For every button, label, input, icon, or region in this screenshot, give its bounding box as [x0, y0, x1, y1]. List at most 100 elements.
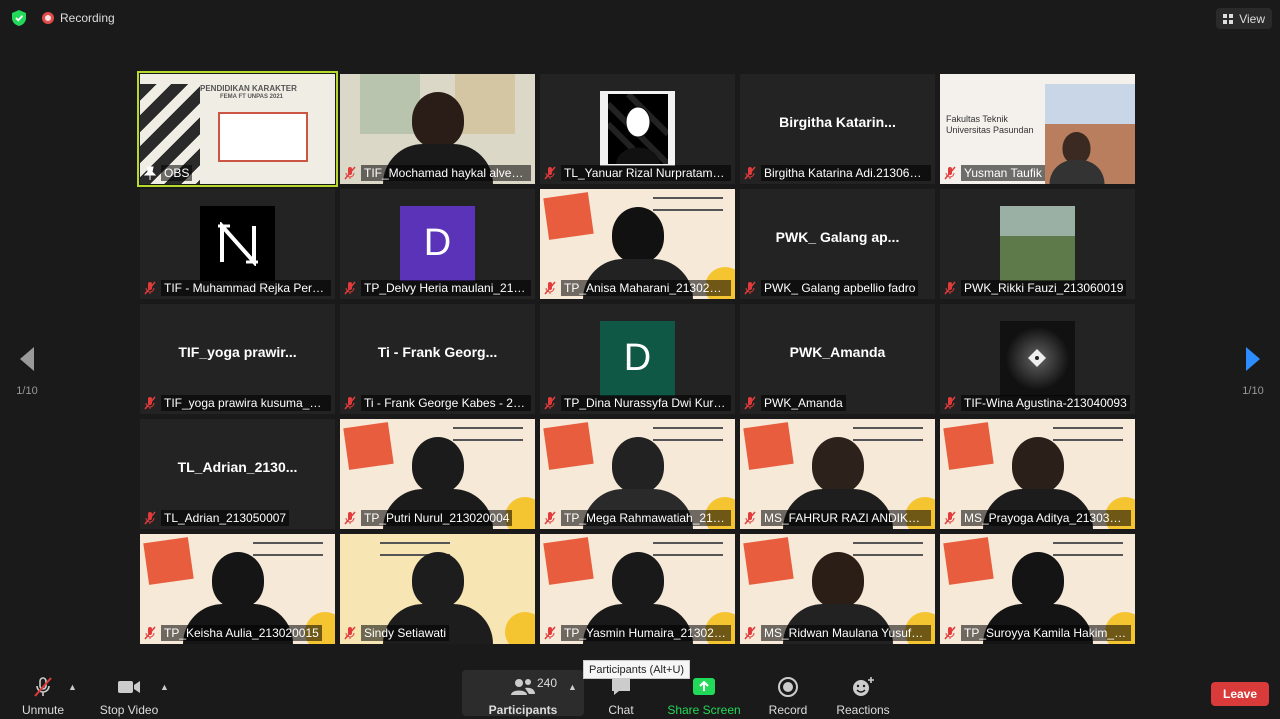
- mic-muted-icon: [144, 626, 156, 640]
- profile-picture: [1000, 206, 1075, 281]
- arrow-right-icon: [1246, 347, 1260, 371]
- participant-name-bar: MS_FAHRUR RAZI ANDIKA_21...: [744, 509, 931, 526]
- video-tile[interactable]: PWK_Amanda PWK_Amanda: [740, 304, 935, 414]
- participants-options-caret-icon[interactable]: ▲: [568, 682, 577, 692]
- video-tile[interactable]: TP_Yasmin Humaira_213020028: [540, 534, 735, 644]
- participant-display-name: TIF_yoga prawir...: [178, 344, 297, 360]
- share-screen-icon: [693, 678, 715, 695]
- mic-muted-icon: [744, 626, 756, 640]
- video-tile[interactable]: Fakultas Teknik Universitas Pasundan Yusm…: [940, 74, 1135, 184]
- participant-name-bar: TIF-Wina Agustina-213040093: [944, 394, 1131, 411]
- video-tile[interactable]: TL_Yanuar Rizal Nurpratama_...: [540, 74, 735, 184]
- participant-name-bar: TP_Yasmin Humaira_213020028: [544, 624, 731, 641]
- pin-icon: [144, 166, 157, 180]
- mic-muted-icon: [744, 511, 756, 525]
- participant-name-bar: PWK_Amanda: [744, 394, 931, 411]
- participant-name-bar: TP_Keisha Aulia_213020015: [144, 624, 331, 641]
- video-tile[interactable]: TP_Mega Rahmawatiah_21302...: [540, 419, 735, 529]
- video-tile[interactable]: TP_Anisa Maharani_213020078: [540, 189, 735, 299]
- video-tile[interactable]: D TP_Delvy Heria maulani_21302...: [340, 189, 535, 299]
- leave-button[interactable]: Leave: [1211, 682, 1269, 706]
- participant-name: TIF_yoga prawira kusuma_213...: [161, 394, 331, 411]
- video-options-caret-icon[interactable]: ▲: [160, 682, 169, 692]
- mic-muted-icon: [34, 677, 52, 697]
- video-tile[interactable]: MS_Prayoga Aditya_213030033: [940, 419, 1135, 529]
- video-tile[interactable]: D TP_Dina Nurassyfa Dwi Kurnia...: [540, 304, 735, 414]
- mic-muted-icon: [144, 511, 156, 525]
- mic-muted-icon: [344, 511, 356, 525]
- unmute-button[interactable]: Unmute: [20, 670, 66, 719]
- unmute-label: Unmute: [21, 703, 65, 717]
- video-tile[interactable]: Sindy Setiawati: [340, 534, 535, 644]
- video-tile[interactable]: Ti - Frank Georg... Ti - Frank George Ka…: [340, 304, 535, 414]
- record-dot-icon: [42, 12, 54, 24]
- video-tile[interactable]: TIF_yoga prawir... TIF_yoga prawira kusu…: [140, 304, 335, 414]
- participant-name: Ti - Frank George Kabes - 21...: [361, 394, 531, 411]
- participant-name-bar: OBS: [144, 164, 331, 181]
- mic-muted-icon: [944, 511, 956, 525]
- shield-icon[interactable]: [10, 9, 28, 27]
- stop-video-button[interactable]: Stop Video: [100, 670, 158, 719]
- reactions-label: Reactions: [836, 703, 890, 717]
- participant-name-bar: TIF - Muhammad Rejka Perm...: [144, 279, 331, 296]
- record-button[interactable]: Record: [768, 670, 808, 719]
- video-tile[interactable]: MS_FAHRUR RAZI ANDIKA_21...: [740, 419, 935, 529]
- video-tile[interactable]: MS_Ridwan Maulana Yusuf_21...: [740, 534, 935, 644]
- participant-name: MS_FAHRUR RAZI ANDIKA_21...: [761, 509, 931, 526]
- reactions-button[interactable]: Reactions: [836, 670, 890, 719]
- next-page-button[interactable]: 1/10: [1238, 346, 1268, 397]
- video-tile[interactable]: TP_Putri Nurul_213020004: [340, 419, 535, 529]
- video-tile[interactable]: TP_Suroyya Kamila Hakim_213...: [940, 534, 1135, 644]
- faculty-line-1: Fakultas Teknik: [946, 114, 1008, 124]
- mic-muted-icon: [944, 396, 956, 410]
- video-tile[interactable]: TIF_Mochamad haykal alvegio...: [340, 74, 535, 184]
- emoji-plus-icon: [853, 677, 874, 696]
- video-gallery: PENDIDIKAN KARAKTER FEMA FT UNPAS 2021 O…: [137, 71, 1138, 644]
- mic-muted-icon: [544, 511, 556, 525]
- stop-video-label: Stop Video: [99, 703, 159, 717]
- video-camera-icon: [118, 681, 140, 693]
- participant-name: TIF - Muhammad Rejka Perm...: [161, 279, 331, 296]
- participant-display-name: Birgitha Katarin...: [779, 114, 896, 130]
- participant-name-bar: MS_Ridwan Maulana Yusuf_21...: [744, 624, 931, 641]
- mic-muted-icon: [544, 626, 556, 640]
- mic-muted-icon: [344, 396, 356, 410]
- participant-name: Yusman Taufik: [961, 164, 1045, 181]
- video-tile[interactable]: Birgitha Katarin... Birgitha Katarina Ad…: [740, 74, 935, 184]
- video-tile[interactable]: TIF - Muhammad Rejka Perm...: [140, 189, 335, 299]
- video-tile[interactable]: TP_Keisha Aulia_213020015: [140, 534, 335, 644]
- participant-name: MS_Prayoga Aditya_213030033: [961, 509, 1131, 526]
- participant-name-bar: PWK_Rikki Fauzi_213060019: [944, 279, 1131, 296]
- video-tile[interactable]: TL_Adrian_2130... TL_Adrian_213050007: [140, 419, 335, 529]
- recording-indicator[interactable]: Recording: [36, 8, 121, 28]
- mic-muted-icon: [144, 396, 156, 410]
- participant-name: TP_Anisa Maharani_213020078: [561, 279, 731, 296]
- participant-name-bar: PWK_ Galang apbellio fadro: [744, 279, 931, 296]
- mic-muted-icon: [944, 281, 956, 295]
- participant-name: MS_Ridwan Maulana Yusuf_21...: [761, 624, 931, 641]
- record-label: Record: [768, 703, 808, 717]
- profile-picture: [600, 91, 675, 166]
- slide-title: PENDIDIKAN KARAKTER: [200, 84, 297, 93]
- participant-name: TIF-Wina Agustina-213040093: [961, 394, 1130, 411]
- avatar: D: [600, 321, 675, 396]
- video-tile[interactable]: PWK_Rikki Fauzi_213060019: [940, 189, 1135, 299]
- participant-name-bar: TP_Putri Nurul_213020004: [344, 509, 531, 526]
- view-button[interactable]: View: [1216, 8, 1272, 29]
- previous-page-button[interactable]: 1/10: [12, 346, 42, 397]
- participant-name-bar: TIF_Mochamad haykal alvegio...: [344, 164, 531, 181]
- video-tile[interactable]: PWK_ Galang ap... PWK_ Galang apbellio f…: [740, 189, 935, 299]
- participant-name-bar: TP_Anisa Maharani_213020078: [544, 279, 731, 296]
- page-indicator-right: 1/10: [1242, 385, 1264, 397]
- participant-name: TIF_Mochamad haykal alvegio...: [361, 164, 531, 181]
- video-tile[interactable]: TIF-Wina Agustina-213040093: [940, 304, 1135, 414]
- participant-name: TP_Mega Rahmawatiah_21302...: [561, 509, 731, 526]
- faculty-line-2: Universitas Pasundan: [946, 125, 1034, 135]
- mic-muted-icon: [144, 281, 156, 295]
- participant-name-bar: Birgitha Katarina Adi.2130600...: [744, 164, 931, 181]
- participant-name-bar: TP_Suroyya Kamila Hakim_213...: [944, 624, 1131, 641]
- audio-options-caret-icon[interactable]: ▲: [68, 682, 77, 692]
- participants-tooltip: Participants (Alt+U): [583, 660, 691, 679]
- participant-name: OBS: [161, 164, 193, 181]
- video-tile[interactable]: PENDIDIKAN KARAKTER FEMA FT UNPAS 2021 O…: [137, 71, 338, 187]
